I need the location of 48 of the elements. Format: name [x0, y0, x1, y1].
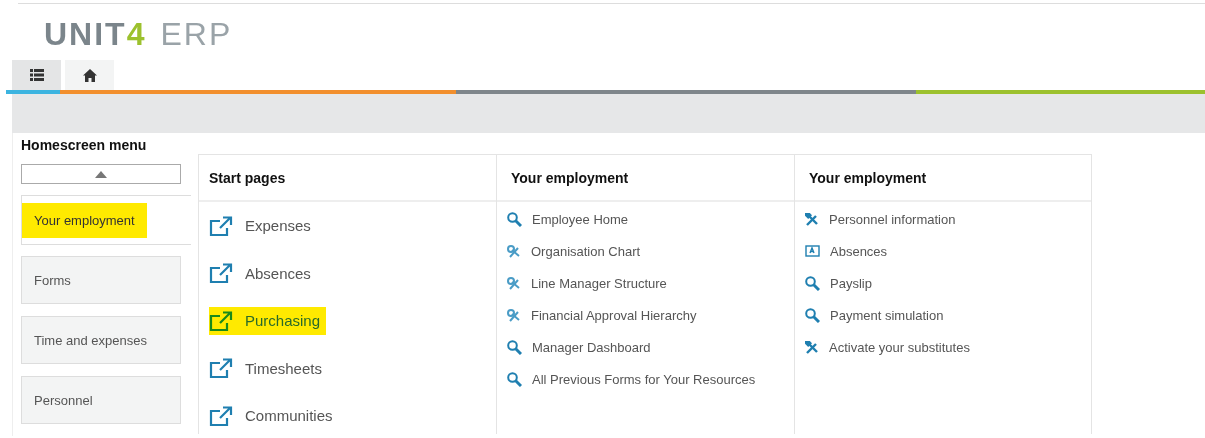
form-icon	[805, 245, 820, 257]
menu-link[interactable]: Absences	[209, 259, 317, 288]
menu-link[interactable]: Manager Dashboard	[507, 335, 657, 359]
external-link-icon	[209, 405, 233, 426]
menu-link[interactable]: Financial Approval Hierarchy	[507, 303, 703, 327]
menu-link[interactable]: Timesheets	[209, 354, 328, 383]
external-link-icon	[209, 358, 233, 379]
tools-icon	[805, 212, 819, 226]
logo-digit: 4	[126, 16, 147, 53]
logo-text: UNIT	[44, 16, 127, 53]
menu-link[interactable]: Personnel information	[805, 207, 962, 231]
external-link-icon	[209, 215, 233, 236]
menu-link[interactable]: Absences	[805, 239, 894, 263]
menu-link[interactable]: Employee Home	[507, 207, 635, 231]
column-heading: Your employment	[497, 155, 794, 202]
category-item[interactable]: Personnel	[21, 376, 181, 424]
menu-link[interactable]: Expenses	[209, 211, 317, 240]
category-item[interactable]: Time and expenses	[21, 316, 181, 364]
tools-icon	[507, 308, 521, 322]
search-icon	[805, 275, 820, 291]
search-icon	[805, 307, 820, 323]
home-tab[interactable]	[65, 60, 114, 90]
tools-icon	[507, 276, 521, 290]
menu-link[interactable]: Communities	[209, 401, 339, 430]
menu-link[interactable]: Line Manager Structure	[507, 271, 673, 295]
menu-link[interactable]: Organisation Chart	[507, 239, 647, 263]
category-item[interactable]: Your employment	[21, 195, 191, 245]
external-link-icon	[209, 310, 233, 331]
column-heading: Start pages	[199, 155, 496, 202]
menu-link[interactable]: Payment simulation	[805, 303, 950, 327]
search-icon	[507, 211, 522, 227]
home-icon	[82, 68, 97, 82]
search-icon	[507, 339, 522, 355]
category-item[interactable]: Forms	[21, 256, 181, 304]
tools-icon	[507, 244, 521, 258]
menu-tab[interactable]	[12, 60, 61, 90]
list-icon	[29, 69, 44, 81]
column-heading: Your employment	[795, 155, 1091, 202]
product-name: ERP	[160, 16, 233, 53]
menu-link[interactable]: All Previous Forms for Your Resources	[507, 367, 762, 391]
menu-link[interactable]: Activate your substitutes	[805, 335, 976, 359]
menu-link[interactable]: Payslip	[805, 271, 878, 295]
external-link-icon	[209, 263, 233, 284]
search-icon	[507, 371, 522, 387]
tools-icon	[805, 340, 819, 354]
caret-up-icon	[95, 170, 107, 178]
menu-title: Homescreen menu	[20, 136, 148, 154]
menu-link[interactable]: Purchasing	[209, 306, 327, 335]
